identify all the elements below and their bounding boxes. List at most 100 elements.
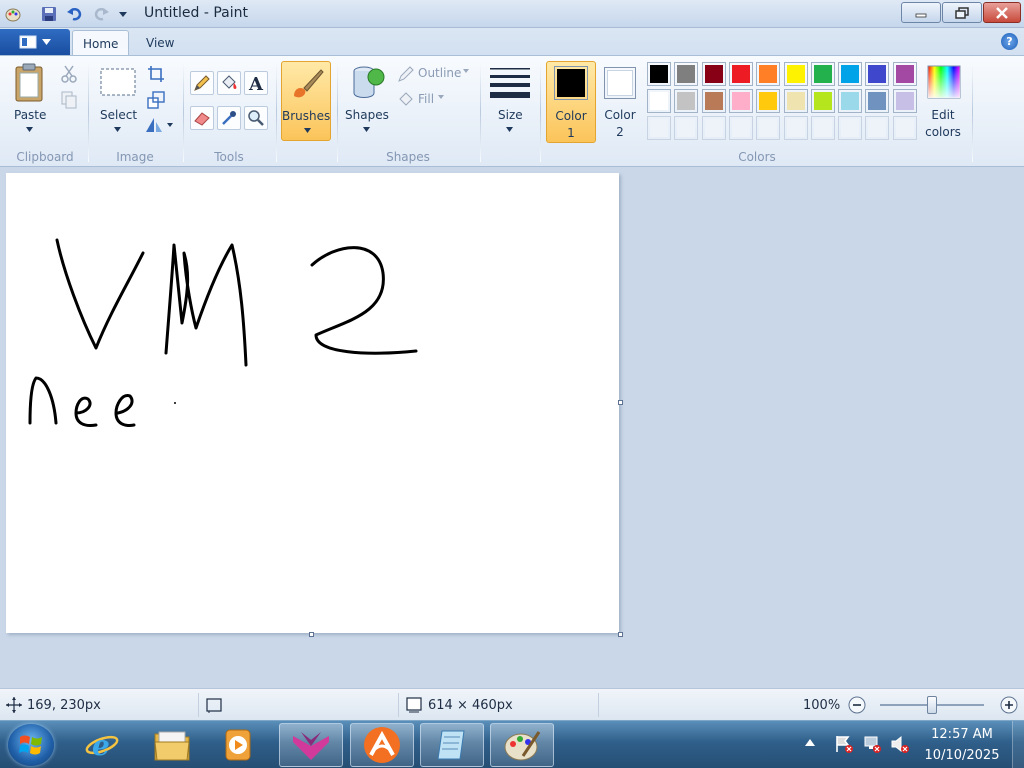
zoom-out-button[interactable]	[846, 694, 868, 716]
start-button[interactable]	[8, 724, 54, 766]
shapes-icon[interactable]	[346, 63, 386, 103]
action-center-icon[interactable]	[833, 733, 855, 755]
color1-button[interactable]: Color 1	[546, 61, 596, 143]
palette-swatch[interactable]	[756, 89, 781, 113]
resize-handle-corner[interactable]	[618, 632, 623, 637]
save-icon[interactable]	[40, 5, 58, 23]
zoom-slider-thumb[interactable]	[927, 696, 937, 714]
paint-app-icon[interactable]	[4, 5, 22, 23]
copy-icon[interactable]	[58, 89, 80, 111]
palette-swatch[interactable]	[838, 62, 863, 86]
palette-swatch[interactable]	[728, 89, 753, 113]
close-button[interactable]	[983, 2, 1021, 23]
media-player-taskbar-button[interactable]	[206, 723, 270, 767]
palette-swatch[interactable]	[728, 116, 753, 140]
redo-icon[interactable]	[92, 5, 110, 23]
shapes-dropdown-icon[interactable]	[359, 124, 373, 134]
palette-swatch[interactable]	[647, 89, 671, 113]
palette-swatch[interactable]	[838, 89, 863, 113]
clock-time[interactable]: 12:57 AM	[922, 727, 1002, 742]
resize-icon[interactable]	[145, 89, 167, 111]
palette-swatch[interactable]	[810, 89, 835, 113]
palette-swatch[interactable]	[756, 116, 781, 140]
shapes-label[interactable]: Shapes	[345, 108, 389, 122]
palette-swatch[interactable]	[783, 89, 808, 113]
undo-icon[interactable]	[66, 5, 84, 23]
palette-swatch[interactable]	[783, 116, 808, 140]
magnifier-icon[interactable]	[244, 106, 268, 130]
notepad-taskbar-button[interactable]	[420, 723, 484, 767]
palette-swatch[interactable]	[728, 62, 753, 86]
resize-handle-bottom[interactable]	[309, 632, 314, 637]
edit-colors-label-2[interactable]: colors	[922, 125, 964, 139]
fill-icon[interactable]	[395, 89, 417, 111]
maximize-button[interactable]	[942, 2, 982, 23]
palette-swatch[interactable]	[838, 116, 863, 140]
minimize-button[interactable]	[901, 2, 941, 23]
crop-icon[interactable]	[145, 63, 167, 85]
show-hidden-icons-button[interactable]	[802, 734, 818, 750]
pencil-icon[interactable]	[190, 71, 214, 95]
color-picker-icon[interactable]	[217, 106, 241, 130]
size-icon[interactable]	[488, 65, 532, 101]
cut-icon[interactable]	[58, 63, 80, 85]
eraser-icon[interactable]	[190, 106, 214, 130]
app2-taskbar-button[interactable]	[350, 723, 414, 767]
color2-label[interactable]: Color	[598, 108, 642, 122]
palette-swatch[interactable]	[701, 62, 726, 86]
palette-swatch[interactable]	[701, 116, 726, 140]
edit-colors-icon[interactable]	[925, 64, 963, 100]
paint-taskbar-button[interactable]	[490, 723, 554, 767]
zoom-in-button[interactable]	[998, 694, 1020, 716]
palette-swatch[interactable]	[865, 116, 890, 140]
volume-icon[interactable]	[889, 733, 911, 755]
select-label[interactable]: Select	[100, 108, 137, 122]
palette-swatch[interactable]	[647, 62, 671, 86]
palette-swatch[interactable]	[783, 62, 808, 86]
rotate-icon[interactable]	[143, 114, 175, 136]
paste-dropdown-icon[interactable]	[22, 124, 36, 134]
tab-view[interactable]: View	[136, 30, 184, 55]
outline-dropdown-icon[interactable]	[460, 65, 472, 77]
palette-swatch[interactable]	[865, 89, 890, 113]
tab-home[interactable]: Home	[72, 30, 130, 55]
palette-swatch[interactable]	[810, 62, 835, 86]
fill-label[interactable]: Fill	[418, 92, 434, 106]
select-dropdown-icon[interactable]	[110, 124, 124, 134]
color2-number[interactable]: 2	[598, 125, 642, 139]
select-icon[interactable]	[99, 67, 137, 97]
resize-handle-right[interactable]	[618, 400, 623, 405]
brushes-button[interactable]: Brushes	[281, 61, 331, 141]
outline-icon[interactable]	[395, 63, 417, 85]
file-explorer-taskbar-button[interactable]	[140, 723, 204, 767]
internet-explorer-taskbar-button[interactable]: e	[70, 723, 134, 767]
edit-colors-label[interactable]: Edit	[922, 108, 964, 122]
customize-toolbar-icon[interactable]	[114, 5, 132, 23]
palette-swatch[interactable]	[892, 116, 917, 140]
palette-swatch[interactable]	[810, 116, 835, 140]
palette-swatch[interactable]	[674, 116, 699, 140]
file-menu-button[interactable]	[0, 29, 70, 55]
help-icon[interactable]: ?	[1001, 33, 1018, 50]
palette-swatch[interactable]	[647, 116, 671, 140]
size-dropdown-icon[interactable]	[502, 124, 516, 134]
paste-label[interactable]: Paste	[14, 108, 46, 122]
text-icon[interactable]: A	[244, 71, 268, 95]
network-icon[interactable]	[861, 733, 883, 755]
clock-date[interactable]: 10/10/2025	[922, 748, 1002, 763]
color2-swatch[interactable]	[604, 67, 636, 99]
outline-label[interactable]: Outline	[418, 66, 461, 80]
fill-bucket-icon[interactable]	[217, 71, 241, 95]
palette-swatch[interactable]	[892, 62, 917, 86]
palette-swatch[interactable]	[674, 89, 699, 113]
palette-swatch[interactable]	[674, 62, 699, 86]
size-label[interactable]: Size	[498, 108, 523, 122]
app-taskbar-button[interactable]	[279, 723, 343, 767]
fill-dropdown-icon[interactable]	[435, 91, 447, 103]
show-desktop-button[interactable]	[1012, 721, 1024, 768]
drawing-canvas[interactable]	[6, 173, 619, 633]
paste-icon[interactable]	[12, 63, 48, 103]
palette-swatch[interactable]	[865, 62, 890, 86]
palette-swatch[interactable]	[701, 89, 726, 113]
palette-swatch[interactable]	[756, 62, 781, 86]
